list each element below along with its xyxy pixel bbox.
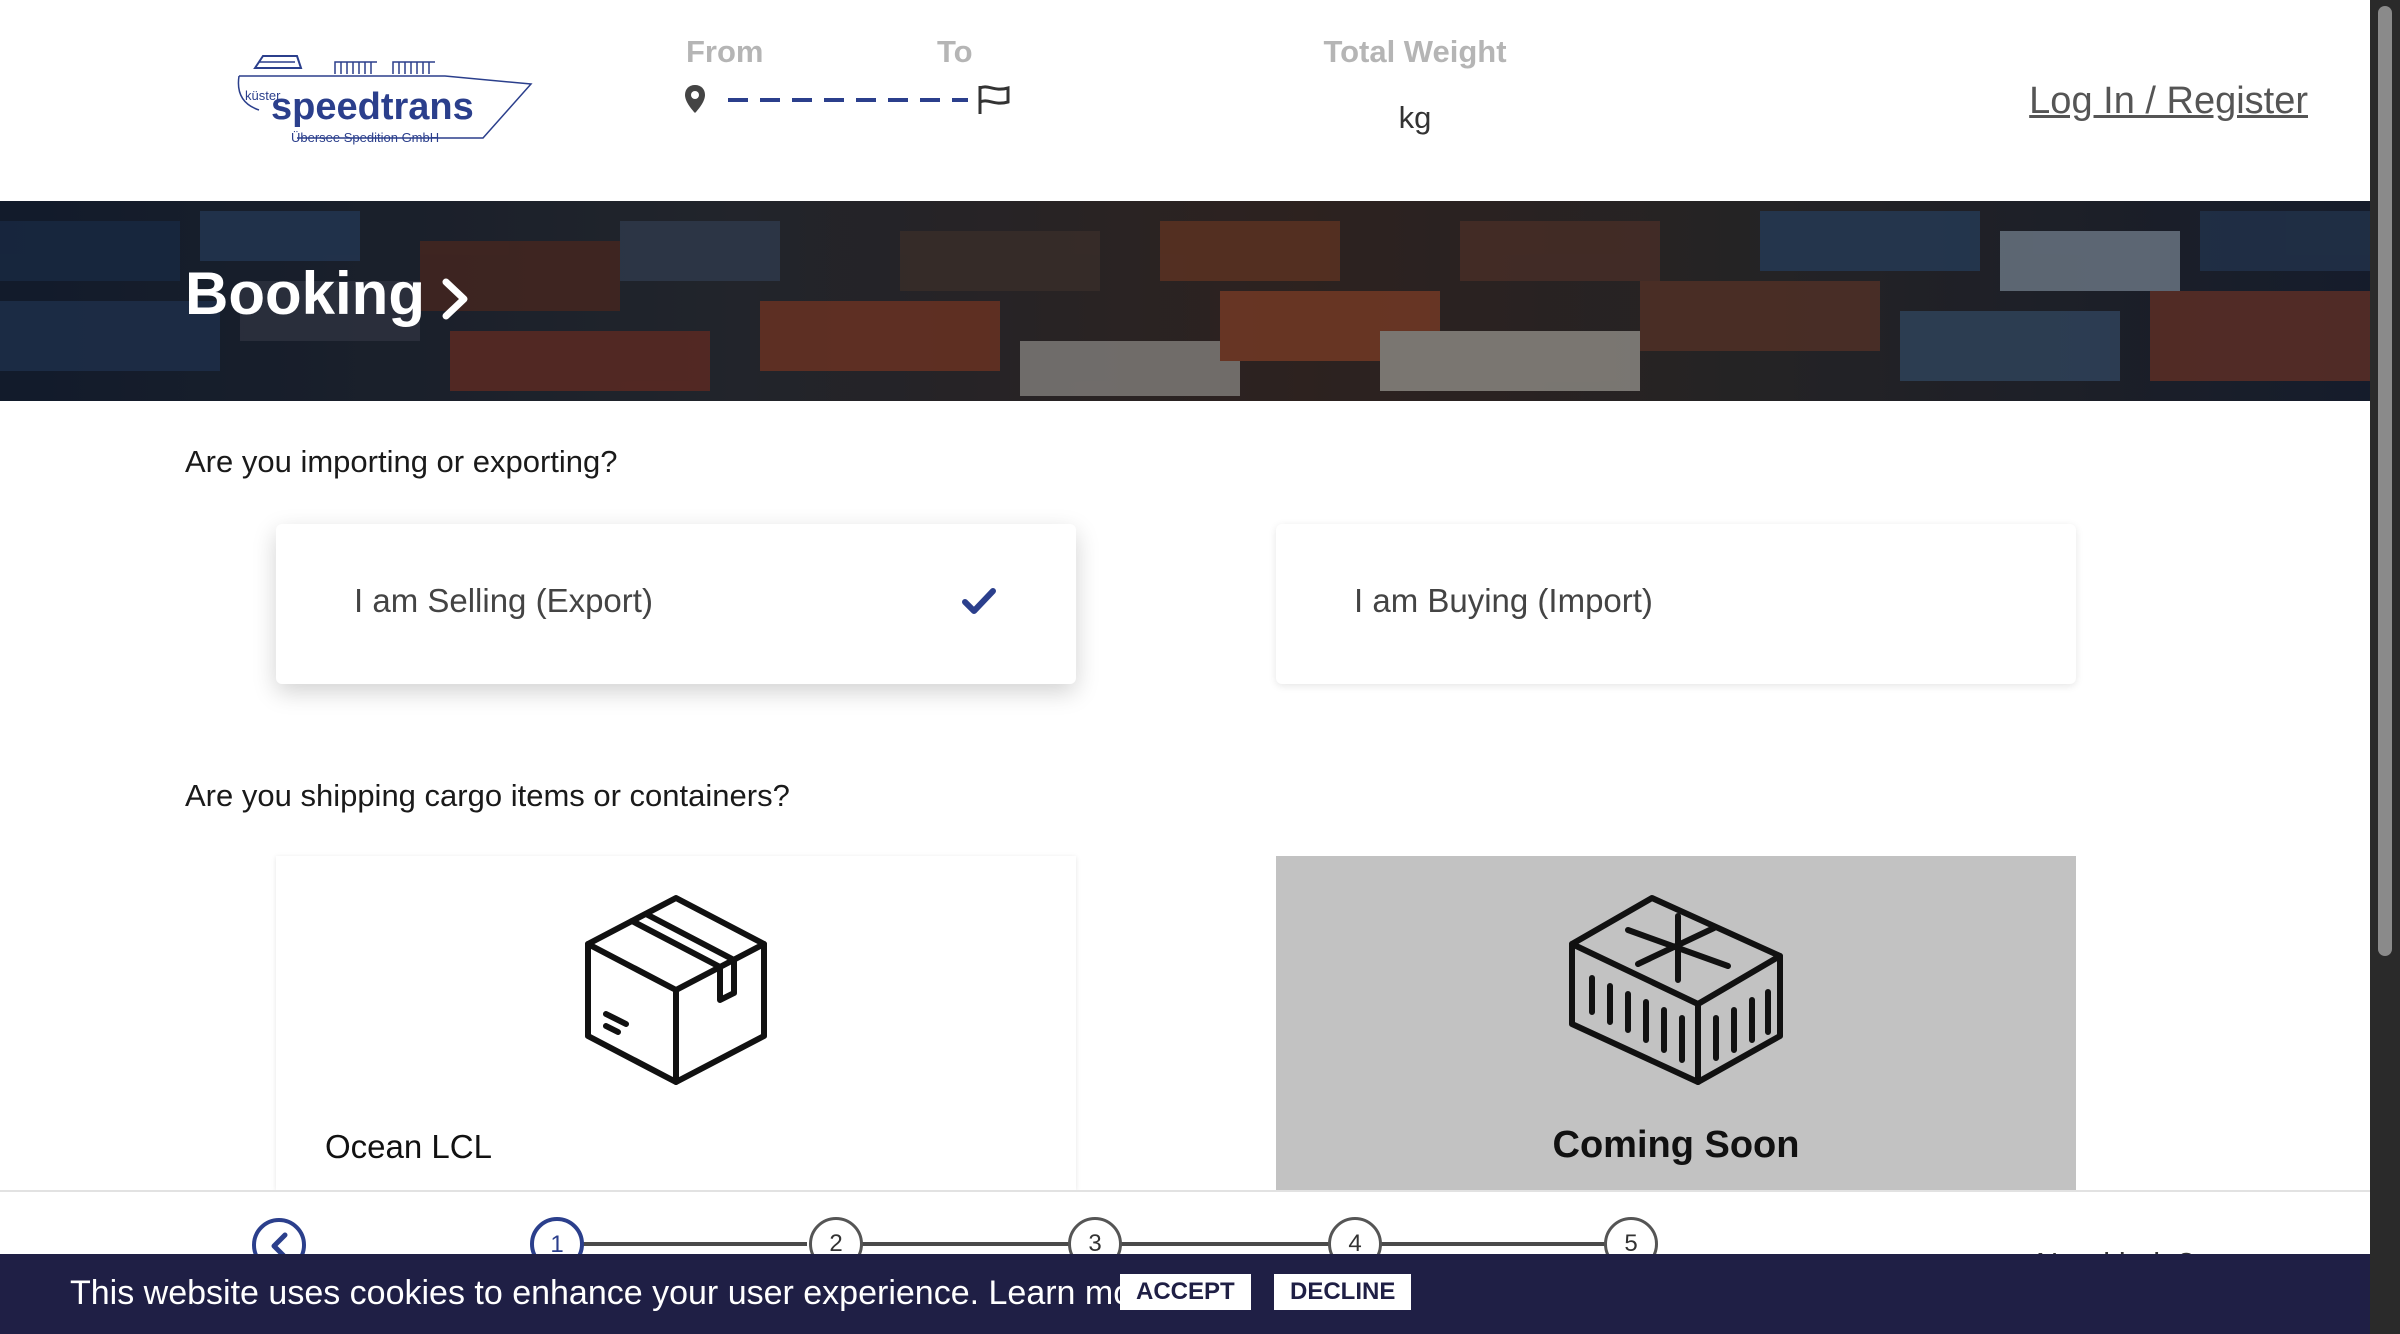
map-pin-icon (685, 85, 705, 113)
logo-tagline: Übersee Spedition GmbH (291, 130, 440, 145)
login-register-link[interactable]: Log In / Register (2029, 80, 2308, 123)
ocean-lcl-card[interactable]: Ocean LCL (276, 856, 1076, 1190)
total-weight: Total Weight kg (1310, 34, 1520, 135)
step-connector (583, 1242, 807, 1246)
import-option-card[interactable]: I am Buying (Import) (1276, 524, 2076, 684)
import-option-label: I am Buying (Import) (1354, 582, 1653, 619)
step-connector (1120, 1242, 1356, 1246)
step-connector (1380, 1242, 1616, 1246)
step-connector (860, 1242, 1096, 1246)
page-title: Booking (185, 260, 425, 327)
flag-icon (978, 85, 1010, 114)
scrollbar-thumb[interactable] (2378, 6, 2392, 956)
from-label: From (686, 34, 764, 69)
top-header: küster speedtrans Übersee Spedition GmbH… (0, 0, 2370, 201)
weight-unit: kg (1398, 100, 1432, 135)
booking-banner: Booking (0, 201, 2370, 401)
route-summary: From To (684, 34, 1024, 124)
page-scrollbar[interactable] (2370, 0, 2400, 1334)
container-option-card: Coming Soon (1276, 856, 2076, 1190)
to-label: To (937, 34, 973, 69)
total-weight-label: Total Weight (1323, 34, 1507, 69)
chevron-right-icon (442, 278, 468, 320)
accept-cookies-button[interactable]: ACCEPT (1120, 1274, 1251, 1310)
export-option-card[interactable]: I am Selling (Export) (276, 524, 1076, 684)
box-icon (585, 895, 767, 1085)
decline-cookies-button[interactable]: DECLINE (1274, 1274, 1412, 1310)
cookie-banner: This website uses cookies to enhance you… (0, 1254, 2370, 1334)
route-dashed-line (728, 98, 968, 102)
container-icon (1569, 895, 1783, 1085)
checkmark-icon (962, 588, 996, 614)
ocean-lcl-label: Ocean LCL (325, 1128, 492, 1165)
direction-question: Are you importing or exporting? (185, 444, 618, 479)
speedtrans-logo[interactable]: küster speedtrans Übersee Spedition GmbH (235, 48, 535, 153)
logo-brand: speedtrans (271, 86, 474, 128)
cookie-message[interactable]: This website uses cookies to enhance you… (70, 1274, 1162, 1313)
coming-soon-label: Coming Soon (1552, 1124, 1800, 1166)
export-option-label: I am Selling (Export) (354, 582, 653, 619)
cargo-question: Are you shipping cargo items or containe… (185, 778, 790, 813)
